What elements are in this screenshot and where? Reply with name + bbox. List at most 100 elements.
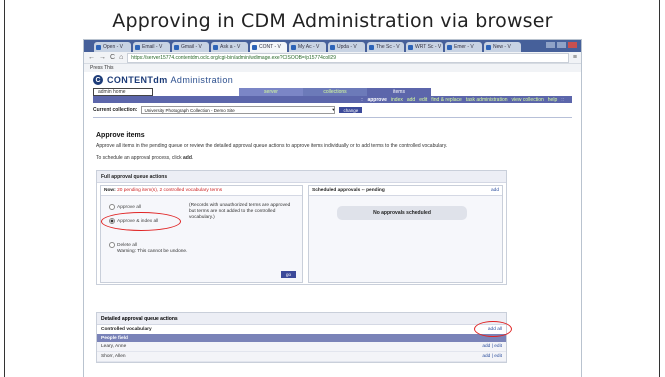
- favicon-icon: [447, 44, 452, 50]
- tab-label: Emer - V: [454, 44, 474, 50]
- tab-collections[interactable]: collections: [303, 88, 367, 96]
- window-controls: [546, 42, 577, 48]
- delete-all-radio[interactable]: [109, 242, 115, 248]
- subnav-view-collection[interactable]: view collection: [512, 97, 544, 103]
- menu-icon[interactable]: ≡: [573, 54, 577, 61]
- slide-border-left: [4, 0, 5, 377]
- now-label: Now:: [104, 188, 116, 193]
- subnav-add[interactable]: add: [407, 97, 415, 103]
- intro-text: Approve all items in the pending queue o…: [96, 143, 448, 149]
- approve-content: Approve items Approve all items in the p…: [84, 132, 581, 285]
- highlight-oval: [101, 212, 181, 231]
- minimize-icon[interactable]: [546, 42, 555, 48]
- approve-description: (Records with unauthorized terms are app…: [189, 203, 291, 220]
- cdm-title: CONTENTdm Administration: [107, 75, 233, 85]
- subnav-help[interactable]: help: [548, 97, 557, 103]
- browser-tab[interactable]: Upda - V: [328, 42, 365, 52]
- contentdm-logo-icon: C: [93, 75, 103, 85]
- delete-all-label: Delete all: [117, 242, 137, 248]
- cdm-title-bold: CONTENTdm: [107, 75, 168, 85]
- tab-admin-home[interactable]: admin home: [93, 88, 153, 96]
- subnav-approve[interactable]: approve: [367, 97, 386, 103]
- people-field-header: People field: [97, 334, 506, 342]
- collection-select-value: University Photograph Collection - Demo …: [144, 107, 235, 113]
- browser-window: Open - V Email - V Gmail - V Ask a - V C…: [84, 40, 581, 377]
- items-subnav: :: approve index add edit find & replace…: [93, 96, 572, 103]
- browser-tab-active[interactable]: CONT - V: [250, 42, 287, 52]
- scheduled-panel: Scheduled approvals -- pending add No ap…: [308, 185, 503, 283]
- detailed-queue-title: Detailed approval queue actions: [97, 313, 506, 325]
- controlled-vocabulary-row: Controlled vocabulary add all: [97, 321, 512, 337]
- tab-label: My Ac - V: [298, 44, 320, 50]
- scheduled-title: Scheduled approvals -- pending: [312, 188, 385, 193]
- now-panel-header: Now: 20 pending item(s), 2 controlled vo…: [101, 186, 302, 196]
- tab-server[interactable]: server: [239, 88, 303, 96]
- browser-tab[interactable]: New - V: [484, 42, 521, 52]
- schedule-text: To schedule an approval process, click a…: [96, 155, 194, 161]
- browser-tab[interactable]: Open - V: [94, 42, 131, 52]
- tab-label: New - V: [493, 44, 511, 50]
- forward-arrow-icon[interactable]: →: [99, 54, 106, 61]
- vocab-term: Shorr, Allen: [101, 354, 126, 359]
- change-button[interactable]: change: [339, 107, 363, 113]
- collection-select[interactable]: University Photograph Collection - Demo …: [141, 106, 336, 114]
- pending-count-link[interactable]: 20 pending item(s), 2 controlled vocabul…: [117, 188, 222, 193]
- favicon-icon: [213, 44, 218, 50]
- browser-tab[interactable]: WRT Sc - V: [406, 42, 443, 52]
- browser-tab[interactable]: Email - V: [133, 42, 170, 52]
- favicon-icon: [369, 44, 374, 50]
- page-title: Approve items: [96, 132, 145, 139]
- current-collection-bar: Current collection: University Photograp…: [93, 105, 572, 115]
- favicon-icon: [174, 44, 179, 50]
- tab-label: CONT - V: [259, 44, 281, 50]
- scheduled-add-link[interactable]: add: [491, 188, 499, 193]
- go-button[interactable]: go: [280, 271, 296, 278]
- full-approval-queue-box: Full approval queue actions Now: 20 pend…: [96, 170, 507, 285]
- approve-all-radio[interactable]: [109, 204, 115, 210]
- tab-label: Upda - V: [337, 44, 357, 50]
- list-item: Leary, Anne add | edit: [97, 342, 506, 352]
- favicon-icon: [408, 44, 413, 50]
- favicon-icon: [486, 44, 491, 50]
- browser-tab[interactable]: Emer - V: [445, 42, 482, 52]
- close-icon[interactable]: [568, 42, 577, 48]
- tab-label: Ask a - V: [220, 44, 241, 50]
- now-panel: Now: 20 pending item(s), 2 controlled vo…: [100, 185, 303, 283]
- url-input[interactable]: https://server15774.contentdm.oclc.org/c…: [127, 52, 569, 63]
- chevron-down-icon: ▾: [332, 107, 335, 112]
- highlight-oval: [474, 321, 512, 337]
- tab-label: WRT Sc - V: [415, 44, 442, 50]
- bookmark-press-this[interactable]: Press This: [90, 65, 114, 71]
- subnav-index[interactable]: index: [391, 97, 403, 103]
- maximize-icon[interactable]: [557, 42, 566, 48]
- browser-tab[interactable]: The Sc - V: [367, 42, 404, 52]
- add-edit-links[interactable]: add | edit: [482, 354, 502, 359]
- back-arrow-icon[interactable]: ←: [88, 54, 95, 61]
- subnav-find-replace[interactable]: find & replace: [431, 97, 462, 103]
- controlled-vocabulary-label: Controlled vocabulary: [101, 327, 152, 332]
- subnav-task-administration[interactable]: task administration: [466, 97, 508, 103]
- address-bar: ← → C ⌂ https://server15774.contentdm.oc…: [84, 52, 581, 64]
- add-edit-links[interactable]: add | edit: [482, 344, 502, 349]
- tab-label: Open - V: [103, 44, 124, 50]
- browser-tab[interactable]: Gmail - V: [172, 42, 209, 52]
- full-queue-title: Full approval queue actions: [97, 171, 506, 183]
- browser-tab[interactable]: My Ac - V: [289, 42, 326, 52]
- current-collection-label: Current collection:: [93, 107, 138, 113]
- subnav-edit[interactable]: edit: [419, 97, 427, 103]
- no-approvals-message: No approvals scheduled: [337, 206, 467, 220]
- cdm-title-light: Administration: [170, 75, 234, 85]
- browser-tabstrip: Open - V Email - V Gmail - V Ask a - V C…: [84, 40, 581, 52]
- browser-tab[interactable]: Ask a - V: [211, 42, 248, 52]
- delete-warning: Warning: This cannot be undone.: [117, 249, 188, 254]
- approve-all-option[interactable]: Approve all: [109, 204, 141, 210]
- vocab-term: Leary, Anne: [101, 344, 127, 349]
- tab-spacer: [153, 88, 239, 96]
- reload-icon[interactable]: C: [110, 54, 115, 61]
- delete-all-option[interactable]: Delete all: [109, 242, 137, 248]
- schedule-add-link[interactable]: add: [183, 155, 192, 161]
- detailed-approval-queue-box: Detailed approval queue actions Controll…: [96, 312, 512, 363]
- tab-label: Email - V: [142, 44, 163, 50]
- tab-items[interactable]: items: [367, 88, 431, 96]
- home-icon[interactable]: ⌂: [119, 54, 123, 61]
